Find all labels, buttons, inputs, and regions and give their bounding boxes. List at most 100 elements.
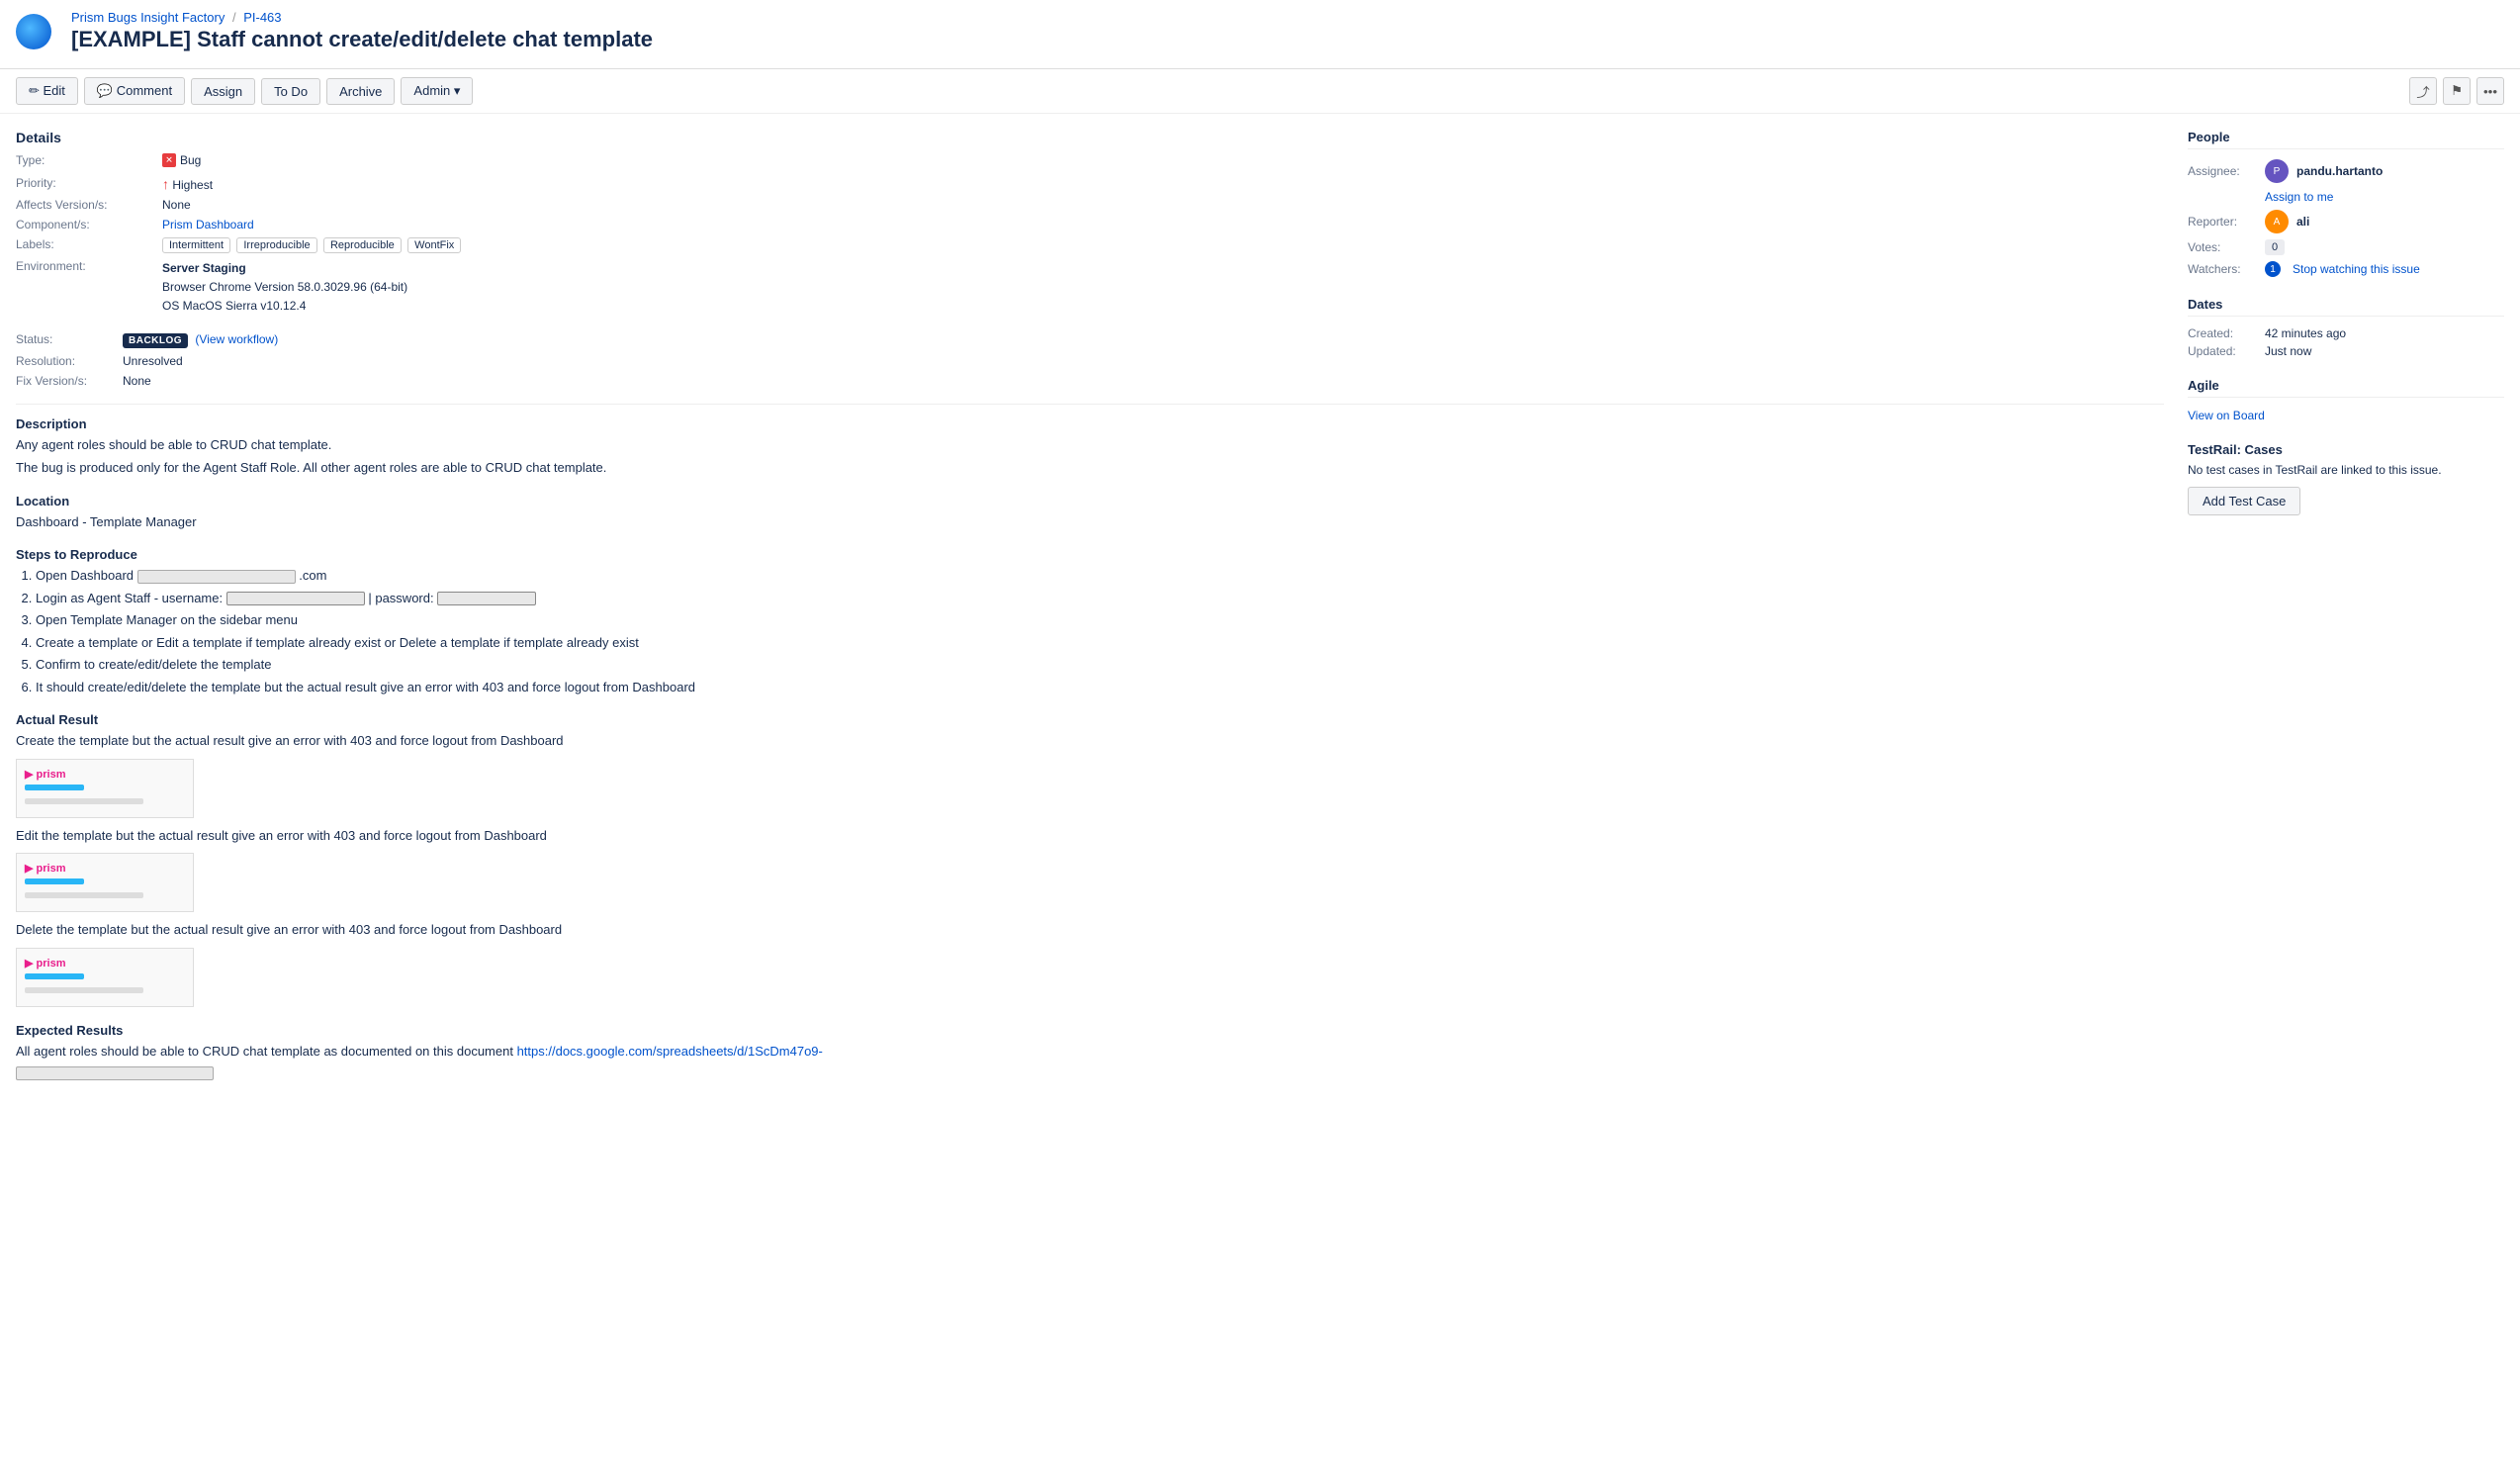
environment-value: Server Staging Browser Chrome Version 58…: [162, 259, 2164, 317]
label-tag-2: Reproducible: [323, 237, 402, 253]
status-value: BACKLOG (View workflow): [123, 332, 278, 348]
reporter-avatar: A: [2265, 210, 2289, 233]
assignee-row: Assignee: P pandu.hartanto Assign to me: [2188, 159, 2504, 204]
resolution-value: Unresolved: [123, 354, 278, 368]
updated-value: Just now: [2265, 344, 2311, 358]
screenshot-2: ▶ prism: [16, 853, 194, 912]
fix-version-label: Fix Version/s:: [16, 374, 115, 388]
reporter-name: ali: [2296, 215, 2309, 229]
step-6: It should create/edit/delete the templat…: [36, 678, 2164, 697]
add-test-case-button[interactable]: Add Test Case: [2188, 487, 2300, 515]
description-text2: The bug is produced only for the Agent S…: [16, 458, 2164, 478]
dates-title: Dates: [2188, 297, 2504, 317]
type-text: Bug: [180, 153, 201, 167]
affects-label: Affects Version/s:: [16, 198, 154, 212]
spreadsheet-input: [16, 1066, 214, 1080]
todo-button[interactable]: To Do: [261, 78, 320, 105]
reporter-label: Reporter:: [2188, 215, 2257, 229]
watchers-row: Watchers: 1 Stop watching this issue: [2188, 261, 2504, 277]
label-tag-0: Intermittent: [162, 237, 230, 253]
fix-version-value: None: [123, 374, 278, 388]
description-text1: Any agent roles should be able to CRUD c…: [16, 435, 2164, 455]
votes-label: Votes:: [2188, 240, 2257, 254]
created-label: Created:: [2188, 326, 2257, 340]
description-title: Description: [16, 416, 2164, 431]
archive-button[interactable]: Archive: [326, 78, 395, 105]
stop-watching-link[interactable]: Stop watching this issue: [2293, 262, 2420, 276]
admin-button[interactable]: Admin ▾: [401, 77, 473, 105]
agile-section: Agile View on Board: [2188, 378, 2504, 422]
step-4: Create a template or Edit a template if …: [36, 633, 2164, 653]
testrail-no-cases: No test cases in TestRail are linked to …: [2188, 463, 2504, 477]
step-3: Open Template Manager on the sidebar men…: [36, 610, 2164, 630]
expected-results-section: Expected Results All agent roles should …: [16, 1023, 2164, 1080]
actual-result-text1: Create the template but the actual resul…: [16, 731, 2164, 751]
details-grid: Type: Bug Priority: ↑ Highest Affects Ve…: [16, 153, 2164, 317]
actual-result-text2: Edit the template but the actual result …: [16, 826, 2164, 846]
steps-list: Open Dashboard .com Login as Agent Staff…: [16, 566, 2164, 696]
reporter-row: Reporter: A ali: [2188, 210, 2504, 233]
assignee-label: Assignee:: [2188, 164, 2257, 178]
resolution-label: Resolution:: [16, 354, 115, 368]
testrail-section: TestRail: Cases No test cases in TestRai…: [2188, 442, 2504, 515]
top-header: Prism Bugs Insight Factory / PI-463 [EXA…: [0, 0, 2520, 69]
screenshot-1: ▶ prism: [16, 759, 194, 818]
priority-icon: ↑: [162, 176, 169, 192]
step-1: Open Dashboard .com: [36, 566, 2164, 586]
share-button[interactable]: ⤴: [2409, 77, 2437, 105]
username-input[interactable]: [226, 592, 365, 605]
main-content: Details Type: Bug Priority: ↑ Highest: [16, 130, 2164, 1096]
watcher-badge: 1: [2265, 261, 2281, 277]
toolbar-right: ⤴ ⚑ •••: [2409, 77, 2504, 105]
actual-result-section: Actual Result Create the template but th…: [16, 712, 2164, 1007]
view-workflow-link[interactable]: (View workflow): [195, 332, 278, 346]
bug-icon: [162, 153, 176, 167]
description-section: Description Any agent roles should be ab…: [16, 416, 2164, 478]
labels-value: Intermittent Irreproducible Reproducible…: [162, 237, 2164, 253]
breadcrumb-project-link[interactable]: Prism Bugs Insight Factory: [71, 10, 225, 25]
label-tag-3: WontFix: [407, 237, 461, 253]
components-label: Component/s:: [16, 218, 154, 231]
steps-section: Steps to Reproduce Open Dashboard .com L…: [16, 547, 2164, 696]
docs-link[interactable]: https://docs.google.com/spreadsheets/d/1…: [517, 1044, 823, 1059]
component-link[interactable]: Prism Dashboard: [162, 218, 254, 231]
label-tag-1: Irreproducible: [236, 237, 316, 253]
people-section: People Assignee: P pandu.hartanto Assign…: [2188, 130, 2504, 277]
watchers-label: Watchers:: [2188, 262, 2257, 276]
labels-label: Labels:: [16, 237, 154, 253]
details-title: Details: [16, 130, 2164, 145]
expected-results-title: Expected Results: [16, 1023, 2164, 1038]
testrail-title: TestRail: Cases: [2188, 442, 2504, 457]
updated-row: Updated: Just now: [2188, 344, 2504, 358]
assignee-name: pandu.hartanto: [2296, 164, 2383, 178]
app-logo: [16, 14, 51, 49]
breadcrumb: Prism Bugs Insight Factory / PI-463: [71, 10, 653, 25]
status-label: Status:: [16, 332, 115, 348]
updated-label: Updated:: [2188, 344, 2257, 358]
breadcrumb-issue-link[interactable]: PI-463: [243, 10, 281, 25]
type-value: Bug: [162, 153, 2164, 170]
more-button[interactable]: •••: [2476, 77, 2504, 105]
main-layout: Details Type: Bug Priority: ↑ Highest: [0, 114, 2520, 1112]
step1-input: [137, 570, 296, 584]
assignee-avatar: P: [2265, 159, 2289, 183]
flag-button[interactable]: ⚑: [2443, 77, 2471, 105]
assign-button[interactable]: Assign: [191, 78, 255, 105]
edit-button[interactable]: ✏ Edit: [16, 77, 78, 105]
comment-button[interactable]: 💬 Comment: [84, 77, 185, 105]
priority-label: Priority:: [16, 176, 154, 192]
actual-result-title: Actual Result: [16, 712, 2164, 727]
people-title: People: [2188, 130, 2504, 149]
steps-title: Steps to Reproduce: [16, 547, 2164, 562]
view-board-link[interactable]: View on Board: [2188, 409, 2265, 422]
screenshot-3: ▶ prism: [16, 948, 194, 1007]
assign-me-link[interactable]: Assign to me: [2265, 190, 2333, 204]
password-input[interactable]: [437, 592, 536, 605]
environment-label: Environment:: [16, 259, 154, 317]
details-section: Details Type: Bug Priority: ↑ Highest: [16, 130, 2164, 388]
location-title: Location: [16, 494, 2164, 508]
priority-value: ↑ Highest: [162, 176, 2164, 192]
type-label: Type:: [16, 153, 154, 170]
actual-result-text3: Delete the template but the actual resul…: [16, 920, 2164, 940]
components-value: Prism Dashboard: [162, 218, 2164, 231]
